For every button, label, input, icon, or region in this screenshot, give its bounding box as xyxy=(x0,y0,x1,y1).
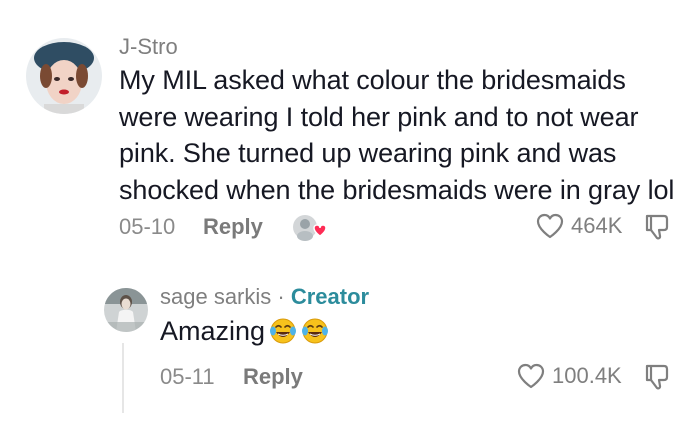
heart-outline-icon xyxy=(536,213,564,239)
reply-button[interactable]: Reply xyxy=(203,214,263,240)
creator-avatar[interactable] xyxy=(104,288,148,332)
dislike-icon[interactable] xyxy=(642,212,672,242)
creator-liked-badge xyxy=(292,214,328,242)
reply-reply-button[interactable]: Reply xyxy=(243,364,303,390)
commenter-avatar[interactable] xyxy=(26,38,102,114)
face-with-tears-of-joy-icon xyxy=(302,318,329,344)
heart-outline-icon xyxy=(517,363,545,389)
creator-liked-heart-icon xyxy=(293,215,327,241)
thread-line xyxy=(122,343,124,413)
reply-like-count: 100.4K xyxy=(552,363,622,388)
reply-text-line: Amazing xyxy=(160,314,329,348)
comment-like-button[interactable]: 464K xyxy=(535,212,622,240)
reply-date: 05-11 xyxy=(160,364,215,389)
reply-username[interactable]: sage sarkis xyxy=(160,284,271,309)
reply-username-line: sage sarkis · Creator xyxy=(160,284,369,310)
comment-like-count: 464K xyxy=(571,213,623,238)
comment-text: My MIL asked what colour the bridesmaids… xyxy=(119,65,675,205)
dislike-icon[interactable] xyxy=(642,362,672,392)
commenter-username[interactable]: J-Stro xyxy=(119,34,178,60)
comment-date: 05-10 xyxy=(119,214,176,239)
reply-text: Amazing xyxy=(160,316,266,346)
creator-badge: Creator xyxy=(290,284,370,309)
face-with-tears-of-joy-icon xyxy=(270,318,297,344)
username-separator: · xyxy=(277,284,285,309)
reply-like-button[interactable]: 100.4K xyxy=(516,362,622,390)
